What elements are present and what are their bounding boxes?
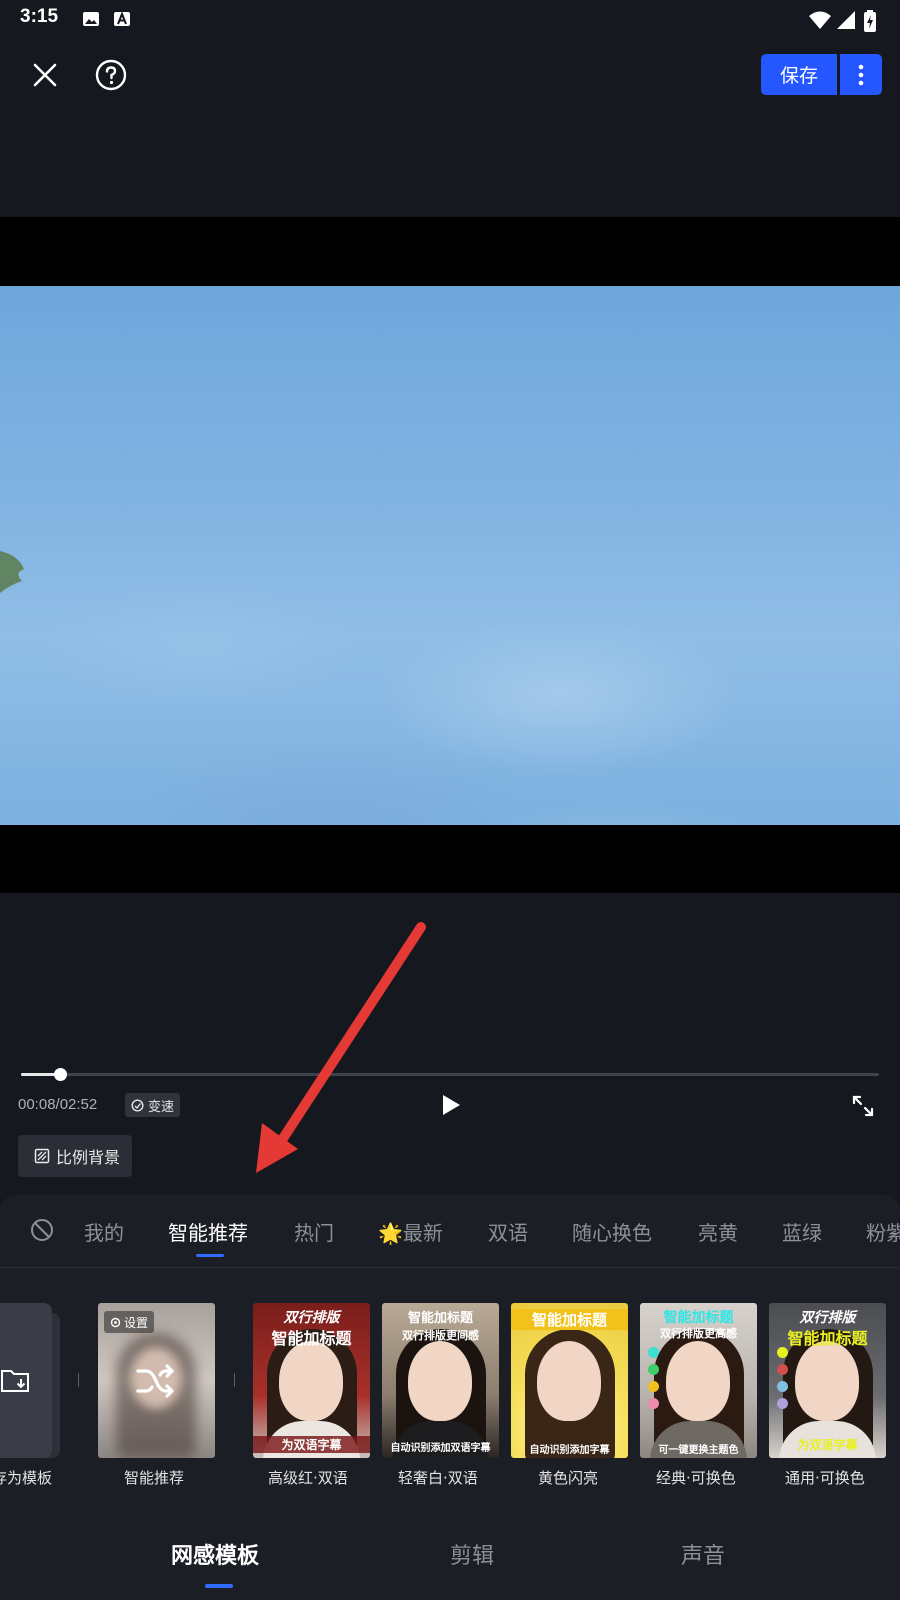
- gear-icon: [110, 1317, 121, 1327]
- template-title-1: 智能加标题: [511, 1309, 628, 1330]
- portrait-face: [666, 1341, 730, 1421]
- status-time: 3:15: [20, 6, 59, 27]
- speed-button[interactable]: 变速: [125, 1093, 181, 1117]
- bottom-navigation: 网感模板 剪辑 声音: [0, 1520, 900, 1600]
- template-title-1: 双行排版: [799, 1310, 856, 1326]
- save-button[interactable]: 保存: [761, 54, 837, 95]
- tab-newest[interactable]: 🌟最新: [378, 1217, 443, 1246]
- portrait-face: [408, 1341, 472, 1421]
- separator: [78, 1373, 79, 1387]
- save-as-template-label: 存为模板: [0, 1469, 53, 1487]
- video-preview[interactable]: [0, 286, 900, 825]
- tabs-divider: [0, 1267, 900, 1268]
- nav-tab-templates[interactable]: 网感模板: [171, 1538, 259, 1570]
- fullscreen-button[interactable]: [848, 1091, 878, 1121]
- template-title-2: 智能加标题: [787, 1329, 868, 1348]
- template-label-3: 黄色闪亮: [538, 1469, 599, 1487]
- template-caption: 自动识别添加双语字幕: [390, 1443, 491, 1454]
- battery-icon: [864, 10, 876, 32]
- template-caption: 为双语字幕: [797, 1438, 858, 1452]
- color-dot: [648, 1398, 659, 1409]
- color-dot: [777, 1347, 788, 1358]
- active-tab-indicator: [196, 1254, 224, 1257]
- template-caption: 自动识别添加字幕: [529, 1445, 610, 1456]
- template-title-1: 双行排版: [283, 1310, 340, 1326]
- image-notification-icon: [83, 12, 99, 26]
- template-title-2: 双行排版更高感: [660, 1327, 737, 1340]
- portrait-face: [537, 1341, 601, 1421]
- signal-icon: [837, 11, 855, 29]
- tab-blue-green[interactable]: 蓝绿: [782, 1217, 822, 1246]
- template-title-2: 智能加标题: [271, 1329, 352, 1348]
- speed-label: 变速: [148, 1099, 175, 1115]
- template-caption: 为双语字幕: [253, 1436, 370, 1453]
- speed-icon: [131, 1098, 144, 1112]
- no-template-button[interactable]: [28, 1216, 56, 1244]
- template-title-2: 双行排版更间感: [402, 1329, 479, 1342]
- template-card-5[interactable]: 双行排版 智能加标题 为双语字幕: [769, 1303, 886, 1458]
- separator: [234, 1373, 235, 1387]
- more-vertical-icon: [858, 64, 864, 85]
- tab-hot[interactable]: 热门: [294, 1217, 334, 1246]
- portrait-face: [279, 1341, 343, 1421]
- template-title-1: 智能加标题: [407, 1311, 473, 1326]
- category-tabs: 我的 智能推荐 热门 🌟最新 双语 随心换色 亮黄 蓝绿 粉紫: [0, 1195, 900, 1267]
- fullscreen-icon: [852, 1095, 874, 1117]
- help-button[interactable]: [92, 56, 130, 94]
- template-label-4: 经典·可换色: [656, 1469, 736, 1487]
- editor-toolbar: 保存: [0, 40, 900, 110]
- portrait-face: [795, 1341, 859, 1421]
- color-dot: [648, 1347, 659, 1358]
- ratio-background-label: 比例背景: [56, 1148, 121, 1167]
- tab-bilingual[interactable]: 双语: [488, 1217, 528, 1246]
- disable-icon: [31, 1219, 53, 1241]
- template-card-1[interactable]: 双行排版 智能加标题 为双语字幕: [253, 1303, 370, 1458]
- help-icon: [95, 59, 127, 91]
- progress-handle[interactable]: [53, 1068, 67, 1081]
- nav-tab-edit[interactable]: 剪辑: [450, 1538, 494, 1570]
- settings-chip[interactable]: 设置: [104, 1311, 155, 1333]
- letterbox-bottom: [0, 825, 900, 893]
- close-icon: [33, 63, 57, 87]
- status-bar: 3:15: [0, 0, 900, 40]
- template-label-5: 通用·可换色: [785, 1469, 865, 1487]
- playback-progress-bar[interactable]: [21, 1068, 879, 1081]
- color-dot: [777, 1381, 788, 1392]
- time-readout: 00:08/02:52: [18, 1096, 98, 1113]
- letterbox-top: [0, 217, 900, 287]
- font-notification-icon: [114, 11, 130, 26]
- ratio-background-button[interactable]: 比例背景: [18, 1135, 133, 1177]
- shuffle-icon: [136, 1364, 174, 1398]
- color-dot: [777, 1364, 788, 1375]
- tab-bright-yellow[interactable]: 亮黄: [698, 1217, 738, 1246]
- template-card-4[interactable]: 智能加标题 双行排版更高感 可一键更换主题色: [640, 1303, 757, 1458]
- settings-label: 设置: [124, 1315, 149, 1330]
- folder-download-icon: [1, 1370, 29, 1392]
- play-button[interactable]: [436, 1090, 466, 1120]
- tree-leaves-image: [0, 551, 24, 593]
- nav-active-indicator: [205, 1584, 233, 1588]
- template-caption: 可一键更换主题色: [658, 1445, 739, 1456]
- more-options-button[interactable]: [840, 54, 882, 95]
- tab-smart-recommend[interactable]: 智能推荐: [168, 1217, 248, 1246]
- template-card-2[interactable]: 智能加标题 双行排版更间感 自动识别添加双语字幕: [382, 1303, 499, 1458]
- close-button[interactable]: [26, 56, 64, 94]
- save-as-template-card[interactable]: [0, 1303, 60, 1458]
- wifi-icon: [809, 11, 831, 29]
- smart-recommend-card[interactable]: 设置: [98, 1303, 215, 1458]
- tab-pink-purple[interactable]: 粉紫: [866, 1217, 900, 1246]
- template-title-1: 智能加标题: [663, 1310, 734, 1326]
- color-dot: [777, 1398, 788, 1409]
- ratio-icon: [34, 1148, 50, 1164]
- nav-tab-audio[interactable]: 声音: [681, 1538, 725, 1570]
- template-label-2: 轻奢白·双语: [398, 1469, 478, 1487]
- template-label-1: 高级红·双语: [268, 1469, 348, 1487]
- tab-mine[interactable]: 我的: [84, 1217, 124, 1246]
- color-dot: [648, 1364, 659, 1375]
- tab-free-color[interactable]: 随心换色: [572, 1217, 652, 1246]
- color-dot: [648, 1381, 659, 1392]
- play-icon: [443, 1095, 460, 1115]
- template-card-3[interactable]: 智能加标题 自动识别添加字幕: [511, 1303, 628, 1458]
- smart-recommend-label: 智能推荐: [124, 1469, 185, 1487]
